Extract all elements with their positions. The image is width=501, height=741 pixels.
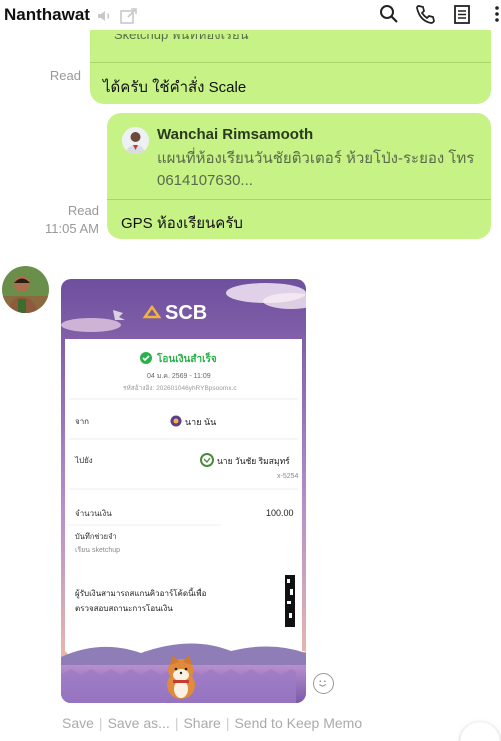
more-icon[interactable] xyxy=(487,4,499,24)
from-name: นาย นัน xyxy=(185,417,216,427)
transfer-date: 04 ม.ค. 2569 - 11:09 xyxy=(147,373,211,380)
transfer-ref: รหัสอ้างอิง: 202601046yhRYBpsoomx.c xyxy=(123,384,237,392)
divider: | xyxy=(98,715,103,731)
chat-header: Nanthawat xyxy=(0,0,501,30)
cut-off-text: Sketchup พื้นที่ห้องเรียน xyxy=(114,34,249,42)
amount-value: 100.00 xyxy=(266,508,294,518)
memo-label: บันทึกช่วยจำ xyxy=(75,532,117,541)
reply-separator xyxy=(107,199,491,200)
to-name: นาย วันชัย ริมสมุทร์ xyxy=(217,456,290,467)
keep-memo-action[interactable]: Send to Keep Memo xyxy=(234,715,362,731)
outgoing-message-bubble[interactable]: Sketchup พื้นที่ห้องเรียน ได้ครับ ใช้คำส… xyxy=(90,28,491,104)
verify-text-1: ผู้รับเงินสามารถสแกนคิวอาร์โค้ดนี้เพื่อ xyxy=(75,587,207,599)
bank-logo-text: SCB xyxy=(165,302,207,324)
save-as-action[interactable]: Save as... xyxy=(108,715,170,731)
reply-separator xyxy=(90,62,491,63)
external-window-icon[interactable] xyxy=(119,6,139,26)
phone-icon[interactable] xyxy=(415,4,435,24)
qr-code xyxy=(229,563,298,635)
memo-value: เรียน sketchup xyxy=(75,546,120,554)
message-time: 11:05 AM xyxy=(45,221,99,236)
smiley-icon xyxy=(319,680,327,687)
quoted-user-avatar xyxy=(122,127,149,154)
quoted-text: แผนที่ห้องเรียนวันชัยติวเตอร์ ห้วยโป่ง-ร… xyxy=(157,150,475,189)
divider: | xyxy=(225,715,230,731)
transfer-slip-image[interactable]: SCB โอนเงินสำเร็จ 04 ม.ค. 2569 - 11:09 ร… xyxy=(61,279,306,703)
scroll-down-button[interactable] xyxy=(460,722,500,741)
image-actions-bar: Save | Save as... | Share | Send to Keep Memo xyxy=(62,715,362,731)
share-action[interactable]: Share xyxy=(183,715,220,731)
save-action[interactable]: Save xyxy=(62,715,94,731)
shiba-mascot-image xyxy=(167,655,195,699)
search-icon[interactable] xyxy=(379,4,399,24)
to-label: ไปยัง xyxy=(74,456,93,465)
message-text: ได้ครับ ใช้คำสั่ง Scale xyxy=(103,79,247,96)
outgoing-reply-bubble[interactable]: Wanchai Rimsamooth แผนที่ห้องเรียนวันชัย… xyxy=(107,113,491,239)
verify-text-2: ตรวจสอบสถานะการโอนเงิน xyxy=(75,603,173,613)
read-status: Read xyxy=(49,68,81,83)
emoji-reaction-button[interactable] xyxy=(313,673,334,694)
to-account: x-5254 xyxy=(277,473,299,480)
notes-icon[interactable] xyxy=(452,4,472,24)
chat-title: Nanthawat xyxy=(4,5,90,24)
message-text: GPS ห้องเรียนครับ xyxy=(121,215,243,232)
transfer-status: โอนเงินสำเร็จ xyxy=(156,351,217,365)
from-label: จาก xyxy=(75,417,89,426)
read-status: Read xyxy=(67,203,99,218)
sender-avatar[interactable] xyxy=(2,266,49,313)
quoted-user-name: Wanchai Rimsamooth xyxy=(157,126,314,143)
divider: | xyxy=(174,715,179,731)
speaker-icon[interactable] xyxy=(95,6,115,26)
amount-label: จำนวนเงิน xyxy=(75,509,112,518)
